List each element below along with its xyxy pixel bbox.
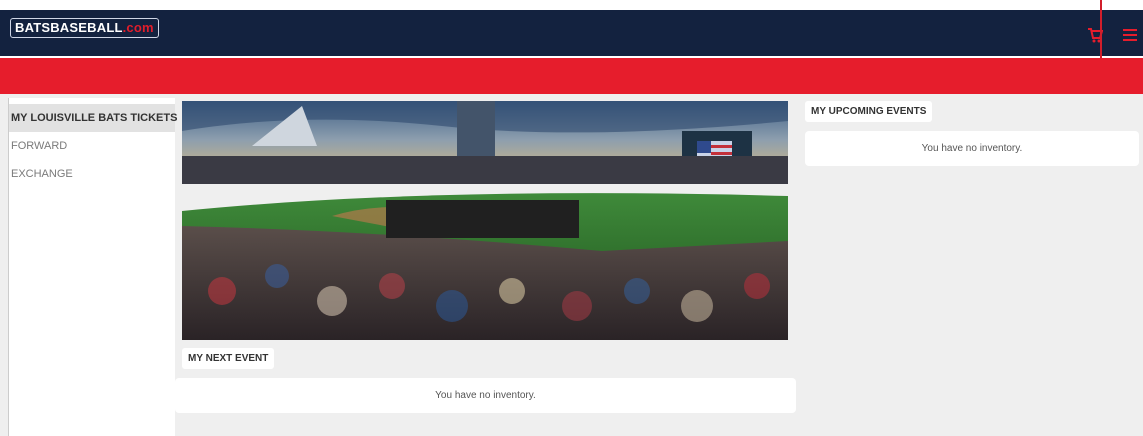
logo-domain-text: .com [122,20,154,35]
hamburger-menu-icon[interactable] [1123,29,1137,41]
sidebar-item-my-tickets[interactable]: MY LOUISVILLE BATS TICKETS [9,104,178,132]
upcoming-events-title: MY UPCOMING EVENTS [805,101,933,122]
sidebar-item-label: MY LOUISVILLE BATS TICKETS [11,112,178,124]
next-event-empty-message: You have no inventory. [435,390,536,401]
upcoming-events-empty-message: You have no inventory. [921,143,1023,154]
logo-main-text: BATSBASEBALL [15,20,123,35]
batsbaseball-logo[interactable]: BATSBASEBALL.com [10,18,159,38]
ballpark-crowd-photo [182,101,788,340]
top-navigation-bar: BATSBASEBALL.com [0,10,1143,56]
upcoming-events-card: You have no inventory. [805,131,1139,166]
sidebar: MY LOUISVILLE BATS TICKETS FORWARD EXCHA… [8,98,178,436]
next-event-title: MY NEXT EVENT [182,348,275,369]
sidebar-item-exchange[interactable]: EXCHANGE [11,168,73,180]
red-banner [0,58,1143,94]
sidebar-item-forward[interactable]: FORWARD [11,140,67,152]
callout-line [1100,0,1102,64]
next-event-card: You have no inventory. [175,378,796,413]
